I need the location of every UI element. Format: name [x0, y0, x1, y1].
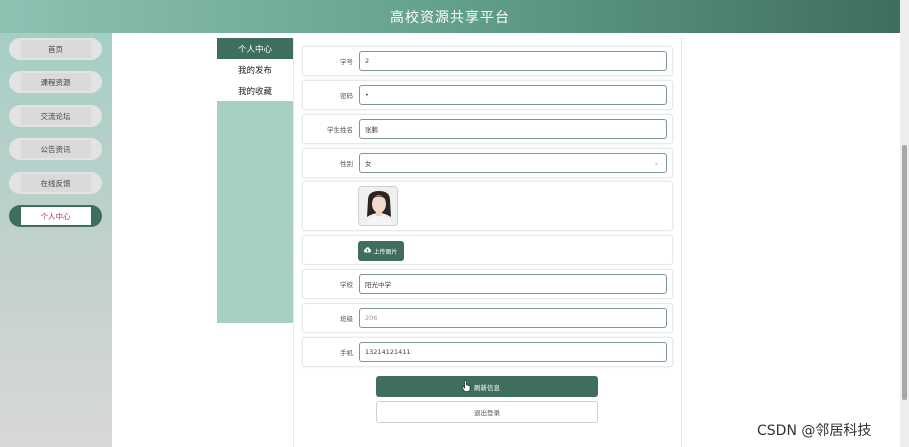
sidebar-item-announcements[interactable]: 公告资讯 — [9, 138, 102, 160]
logout-label: 退出登录 — [474, 409, 500, 417]
sidebar-item-label: 课程资源 — [20, 73, 91, 91]
form-row-school: 学校 阳光中学 — [302, 269, 673, 299]
submenu-item-label: 个人中心 — [237, 44, 272, 55]
app-title: 高校资源共享平台 — [390, 9, 510, 26]
chevron-down-icon: ⌄ — [653, 159, 659, 167]
watermark: CSDN @邻居科技 — [757, 423, 872, 439]
personal-submenu: 个人中心 我的发布 我的收藏 — [217, 38, 293, 323]
app-header: 高校资源共享平台 — [0, 0, 900, 33]
gender-label: 性别 — [340, 160, 353, 168]
form-row-password: 密码 • — [302, 80, 673, 110]
submenu-item-personal-center[interactable]: 个人中心 — [217, 38, 293, 59]
class-label: 班级 — [340, 315, 353, 323]
student-id-input[interactable]: 2 — [359, 51, 667, 71]
sidebar-item-label: 在线反馈 — [20, 174, 91, 192]
sidebar-item-label: 首页 — [20, 40, 91, 58]
upload-image-label: 上传图片 — [373, 248, 398, 256]
gender-selected-value: 女 — [365, 160, 372, 168]
submenu-item-my-favorites[interactable]: 我的收藏 — [217, 80, 293, 101]
phone-label: 手机 — [340, 349, 353, 357]
scrollbar-thumb[interactable] — [902, 145, 907, 400]
form-row-gender: 性别 女 ⌄ — [302, 148, 673, 178]
password-label: 密码 — [340, 92, 353, 100]
sidebar-item-label: 个人中心 — [20, 207, 91, 225]
sidebar-item-label: 公告资讯 — [20, 140, 91, 158]
sidebar-item-feedback[interactable]: 在线反馈 — [9, 172, 102, 194]
password-input[interactable]: • — [359, 85, 667, 105]
sidebar-item-personal-center[interactable]: 个人中心 — [9, 205, 102, 227]
phone-input[interactable]: 13214121411 — [359, 342, 667, 362]
form-row-avatar — [302, 181, 673, 231]
sidebar-item-course-resources[interactable]: 课程资源 — [9, 71, 102, 93]
submenu-list: 我的发布 我的收藏 — [217, 59, 293, 101]
student-name-input[interactable]: 张鹏 — [359, 119, 667, 139]
submenu-item-label: 我的发布 — [237, 65, 272, 76]
form-row-student-name: 学生姓名 张鹏 — [302, 114, 673, 144]
submenu-item-my-posts[interactable]: 我的发布 — [217, 59, 293, 80]
upload-image-button[interactable]: 上传图片 — [358, 241, 404, 261]
refresh-info-label: 刷新信息 — [474, 383, 500, 392]
form-row-phone: 手机 13214121411 — [302, 337, 673, 367]
student-id-label: 学号 — [340, 58, 353, 66]
school-label: 学校 — [340, 281, 353, 289]
avatar — [358, 186, 398, 226]
sidebar: 首页 课程资源 交流论坛 公告资讯 在线反馈 个人中心 — [0, 33, 112, 447]
gender-select[interactable]: 女 ⌄ — [359, 153, 667, 173]
hand-pointer-icon — [462, 380, 471, 394]
school-input[interactable]: 阳光中学 — [359, 274, 667, 294]
sidebar-item-home[interactable]: 首页 — [9, 38, 102, 60]
form-row-upload: 上传图片 — [302, 235, 673, 265]
form-row-class: 班级 206 — [302, 303, 673, 333]
form-row-student-id: 学号 2 — [302, 46, 673, 76]
class-input[interactable]: 206 — [359, 308, 667, 328]
student-name-label: 学生姓名 — [327, 126, 353, 134]
logout-button[interactable]: 退出登录 — [376, 401, 598, 423]
cloud-upload-icon — [364, 247, 372, 255]
refresh-info-button[interactable]: 刷新信息 — [376, 376, 598, 397]
sidebar-item-forum[interactable]: 交流论坛 — [9, 105, 102, 127]
submenu-item-label: 我的收藏 — [237, 86, 272, 97]
sidebar-item-label: 交流论坛 — [20, 107, 91, 125]
